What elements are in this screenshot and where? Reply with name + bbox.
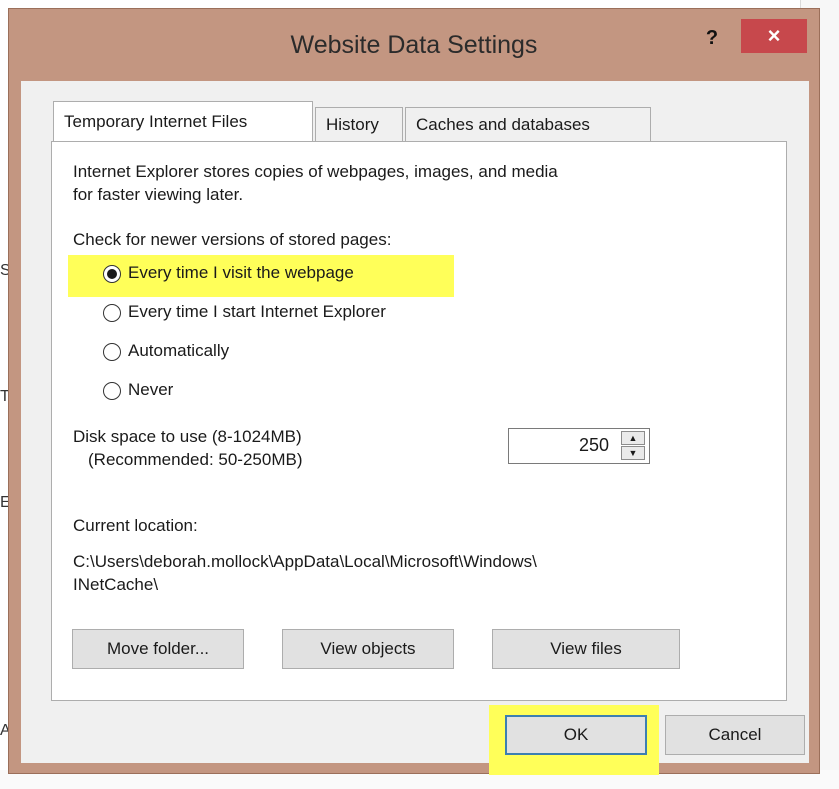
tab-caches-and-databases[interactable]: Caches and databases	[405, 107, 651, 141]
disk-space-recommended-label: (Recommended: 50-250MB)	[88, 450, 303, 469]
stepper-down-button[interactable]: ▼	[621, 446, 645, 460]
radio-label[interactable]: Automatically	[128, 341, 229, 361]
description-text: Internet Explorer stores copies of webpa…	[73, 162, 558, 181]
description-text: for faster viewing later.	[73, 185, 244, 204]
radio-button[interactable]	[103, 265, 121, 283]
temporary-internet-files-panel: Internet Explorer stores copies of webpa…	[51, 141, 787, 701]
cancel-button[interactable]: Cancel	[665, 715, 805, 755]
radio-button[interactable]	[103, 304, 121, 322]
tab-label: Temporary Internet Files	[64, 112, 248, 131]
close-icon: ×	[767, 23, 781, 48]
disk-space-label: Disk space to use (8-1024MB)	[73, 427, 302, 446]
tab-temporary-internet-files[interactable]: Temporary Internet Files	[53, 101, 313, 141]
tab-label: History	[326, 115, 379, 134]
view-objects-button[interactable]: View objects	[282, 629, 454, 669]
disk-space-stepper[interactable]: 250 ▲ ▼	[508, 428, 650, 464]
radio-label[interactable]: Every time I visit the webpage	[128, 263, 354, 283]
ok-button[interactable]: OK	[505, 715, 647, 755]
stepper-up-button[interactable]: ▲	[621, 431, 645, 445]
stepper-buttons: ▲ ▼	[621, 431, 647, 461]
triangle-up-icon: ▲	[628, 433, 638, 443]
website-data-settings-dialog: Website Data Settings ? × Temporary Inte…	[8, 8, 820, 775]
current-location-path: C:\Users\deborah.mollock\AppData\Local\M…	[73, 552, 537, 571]
radio-button[interactable]	[103, 343, 121, 361]
radio-label[interactable]: Every time I start Internet Explorer	[128, 302, 386, 322]
current-location-label: Current location:	[73, 516, 198, 535]
radio-button[interactable]	[103, 382, 121, 400]
tab-label: Caches and databases	[416, 115, 590, 134]
disk-space-value[interactable]: 250	[579, 435, 609, 456]
move-folder-button[interactable]: Move folder...	[72, 629, 244, 669]
triangle-down-icon: ▼	[628, 448, 638, 458]
current-location-path: INetCache\	[73, 575, 159, 594]
check-newer-versions-label: Check for newer versions of stored pages…	[73, 230, 392, 249]
view-files-button[interactable]: View files	[492, 629, 680, 669]
close-button[interactable]: ×	[741, 19, 807, 53]
tab-history[interactable]: History	[315, 107, 403, 141]
help-button[interactable]: ?	[697, 23, 727, 53]
radio-label[interactable]: Never	[128, 380, 173, 400]
dialog-client-area: Temporary Internet Files History Caches …	[21, 81, 809, 775]
